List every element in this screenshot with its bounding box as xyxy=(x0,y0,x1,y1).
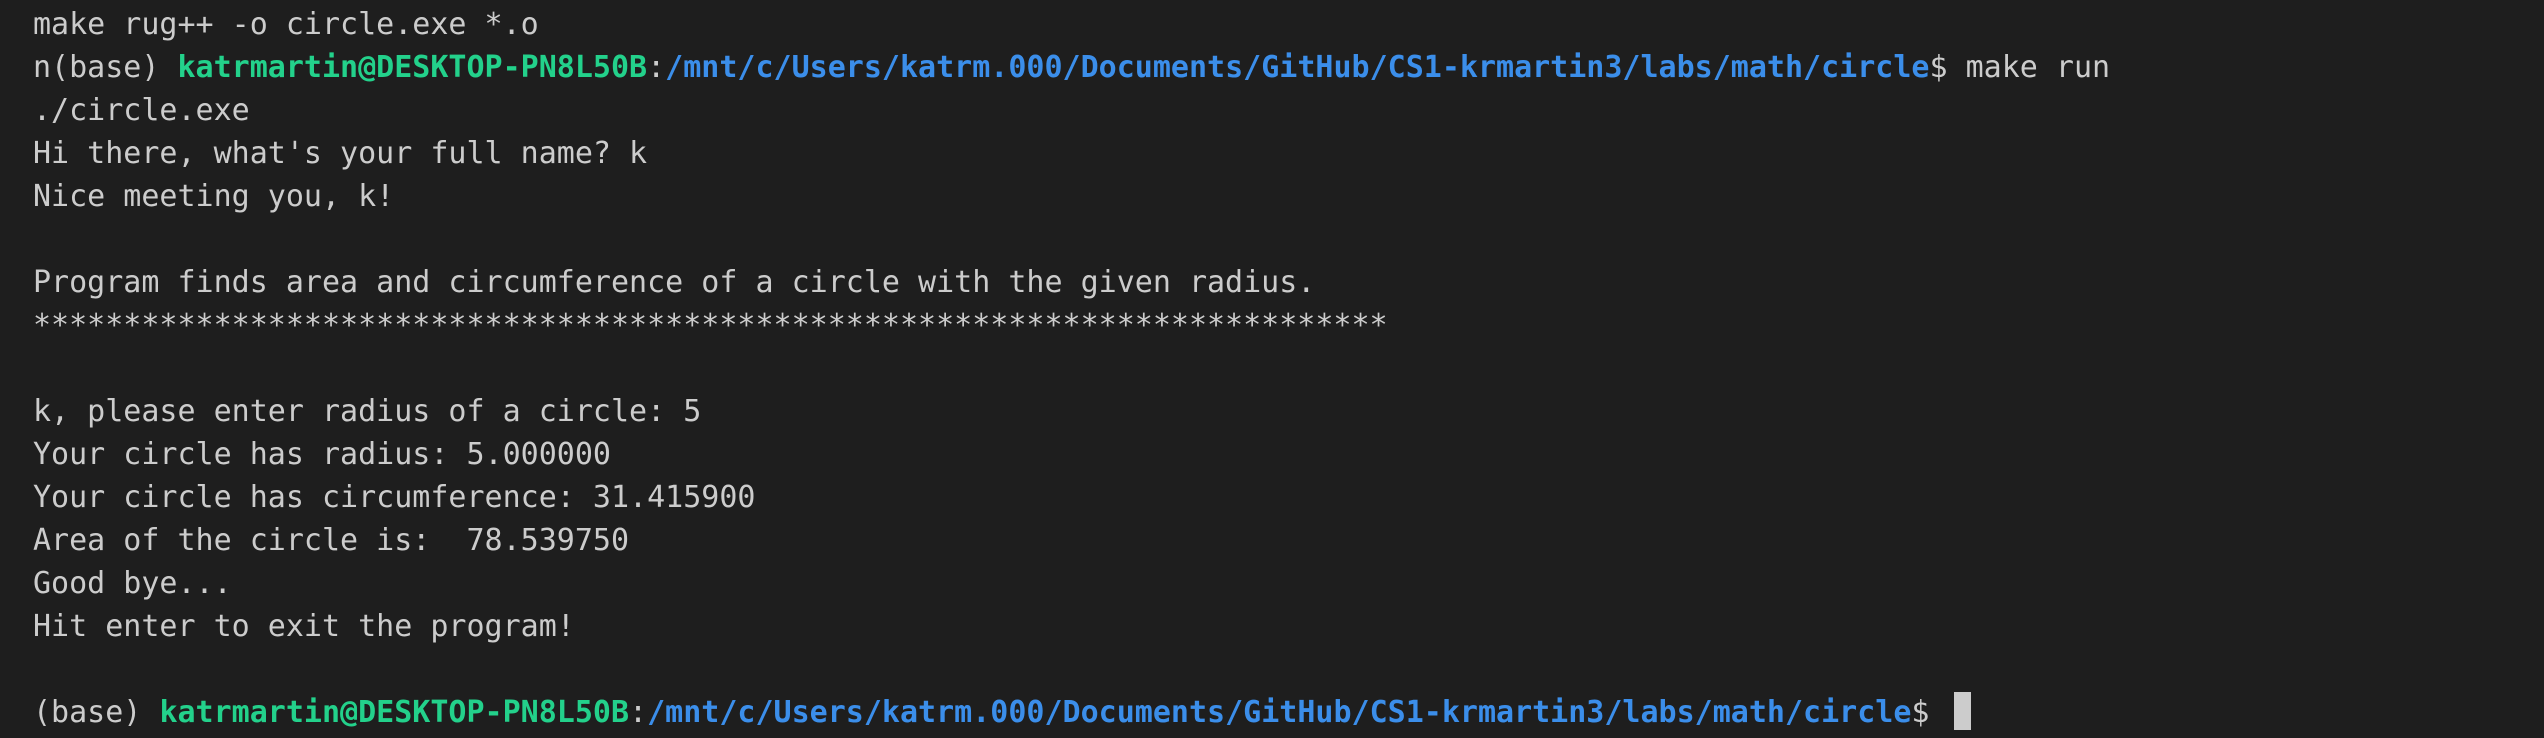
prompt-prefix: (base) xyxy=(33,695,160,730)
prompt-user-host: katrmartin@DESKTOP-PN8L50B xyxy=(177,50,648,85)
output-line: Your circle has circumference: 31.415900 xyxy=(33,480,756,515)
prompt-separator: : xyxy=(629,695,648,730)
prompt-line: n(base) katrmartin@DESKTOP-PN8L50B:/mnt/… xyxy=(33,46,2544,89)
prompt-path: /mnt/c/Users/katrm.000/Documents/GitHub/… xyxy=(647,695,1912,730)
output-line: Hit enter to exit the program! xyxy=(33,609,575,644)
prompt-dollar: $ xyxy=(1911,695,1948,730)
terminal-window[interactable]: make rug++ -o circle.exe *.o n(base) kat… xyxy=(0,0,2544,738)
output-line: Hi there, what's your full name? k xyxy=(33,136,648,171)
prompt-line[interactable]: (base) katrmartin@DESKTOP-PN8L50B:/mnt/c… xyxy=(33,691,2544,734)
output-line: Program finds area and circumference of … xyxy=(33,265,1316,300)
output-line: Your circle has radius: 5.000000 xyxy=(33,437,611,472)
separator-line: ****************************************… xyxy=(33,308,1388,343)
output-line: ./circle.exe xyxy=(33,93,250,128)
output-line: Nice meeting you, k! xyxy=(33,179,395,214)
output-line: k, please enter radius of a circle: 5 xyxy=(33,394,702,429)
prompt-separator: : xyxy=(647,50,666,85)
prompt-user-host: katrmartin@DESKTOP-PN8L50B xyxy=(159,695,630,730)
output-line: Area of the circle is: 78.539750 xyxy=(33,523,630,558)
output-line: Good bye... xyxy=(33,566,232,601)
prompt-path: /mnt/c/Users/katrm.000/Documents/GitHub/… xyxy=(665,50,1930,85)
prompt-command: $ make run xyxy=(1929,50,2111,85)
output-line: make rug++ -o circle.exe *.o xyxy=(33,7,539,42)
prompt-prefix: n(base) xyxy=(33,50,178,85)
text-cursor[interactable] xyxy=(1953,692,1971,730)
